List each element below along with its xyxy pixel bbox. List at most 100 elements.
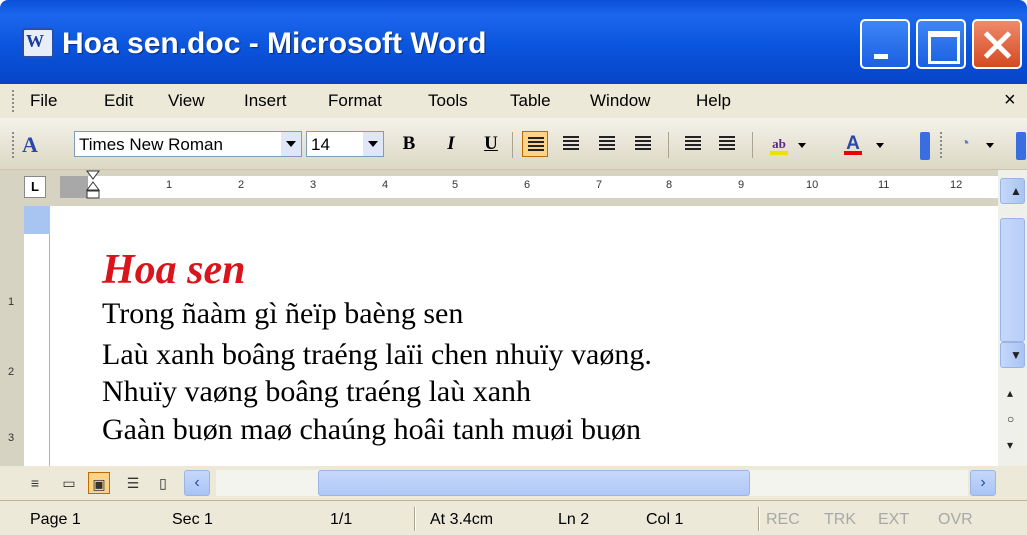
font-color-button[interactable]: A — [840, 131, 866, 157]
chevron-down-icon[interactable] — [281, 132, 301, 156]
align-center-button[interactable] — [558, 131, 584, 157]
menu-insert[interactable]: Insert — [244, 91, 287, 111]
outline-view-icon[interactable]: ☰ — [122, 472, 144, 494]
ruler-tick-label: 9 — [738, 179, 745, 191]
status-page-count: 1/1 — [330, 511, 353, 528]
menu-window[interactable]: Window — [590, 91, 650, 111]
numbering-button[interactable] — [680, 131, 706, 157]
document-line[interactable]: Laù xanh boâng traéng laïi chen nhuïy va… — [102, 338, 652, 372]
menu-tools[interactable]: Tools — [428, 91, 468, 111]
close-button[interactable] — [972, 19, 1022, 69]
vertical-scrollbar[interactable]: ▲ ▼ ▴ ○ ▾ — [998, 170, 1027, 466]
document-line[interactable]: Nhuïy vaøng boâng traéng laù xanh — [102, 375, 531, 409]
align-right-icon — [599, 136, 615, 152]
menu-help[interactable]: Help — [696, 91, 731, 111]
justify-icon — [635, 136, 651, 152]
scroll-right-button[interactable]: › — [970, 470, 996, 496]
chevron-down-icon[interactable] — [876, 143, 884, 148]
chevron-down-icon[interactable] — [363, 132, 383, 156]
menu-grip[interactable] — [12, 90, 16, 112]
ruler-tick-label: 12 — [950, 179, 963, 191]
close-document-icon[interactable]: × — [1004, 89, 1016, 112]
normal-view-icon[interactable]: ≡ — [24, 472, 46, 494]
status-rec[interactable]: REC — [766, 511, 800, 529]
menu-table[interactable]: Table — [510, 91, 551, 111]
minimize-button[interactable] — [860, 19, 910, 69]
status-line: Ln 2 — [558, 511, 590, 528]
italic-button[interactable]: I — [438, 131, 464, 157]
ruler-tick-label: 5 — [452, 179, 459, 191]
toolbar-grip[interactable] — [12, 132, 16, 158]
left-margin-strip — [0, 206, 24, 466]
menu-edit[interactable]: Edit — [104, 91, 133, 111]
status-position: At 3.4cm — [430, 511, 494, 528]
horizontal-scroll-thumb[interactable] — [318, 470, 750, 496]
ruler-tick-label: 8 — [666, 179, 673, 191]
justify-button[interactable] — [630, 131, 656, 157]
title-bar: Hoa sen.doc - Microsoft Word — [0, 0, 1027, 84]
status-page: Page 1 — [30, 511, 81, 528]
highlight-color-swatch — [770, 151, 788, 155]
document-line[interactable]: Trong ñaàm gì ñeïp baèng sen — [102, 297, 463, 331]
indent-marker-icon[interactable] — [86, 170, 100, 200]
previous-page-icon[interactable]: ▴ — [1007, 386, 1013, 400]
underline-button[interactable]: U — [478, 131, 504, 157]
vertical-scroll-thumb[interactable] — [1000, 218, 1025, 342]
highlight-button[interactable]: ab — [766, 131, 792, 157]
scroll-left-button[interactable]: ‹ — [184, 470, 210, 496]
vertical-ruler[interactable] — [24, 206, 50, 466]
menu-bar: File Edit View Insert Format Tools Table… — [0, 84, 1027, 118]
align-left-button[interactable] — [522, 131, 548, 157]
tab-selector[interactable]: L — [24, 176, 46, 198]
toolbar-separator — [512, 132, 513, 158]
align-right-button[interactable] — [594, 131, 620, 157]
font-name-select[interactable]: Times New Roman — [74, 131, 302, 157]
toolbar-options-chevron[interactable] — [1016, 132, 1026, 160]
scroll-down-button[interactable]: ▼ — [1000, 342, 1025, 368]
font-size-select[interactable]: 14 — [306, 131, 384, 157]
menu-file[interactable]: File — [30, 91, 57, 111]
scroll-up-button[interactable]: ▲ — [1000, 178, 1025, 204]
browse-object-icon[interactable]: ○ — [1007, 412, 1014, 426]
toolbar-grip[interactable] — [940, 132, 944, 158]
styles-icon[interactable]: A — [22, 132, 38, 158]
window-title: Hoa sen.doc - Microsoft Word — [62, 27, 487, 60]
toolbar-options-chevron[interactable] — [920, 132, 930, 160]
reading-layout-icon[interactable]: ▯ — [152, 472, 174, 494]
bullets-button[interactable] — [714, 131, 740, 157]
maximize-button[interactable] — [916, 19, 966, 69]
ruler-left-margin — [60, 176, 88, 198]
status-trk[interactable]: TRK — [824, 511, 856, 529]
ruler-tick-label: 11 — [878, 179, 890, 191]
status-separator — [758, 507, 760, 531]
next-page-icon[interactable]: ▾ — [1007, 438, 1013, 452]
ruler-tick-label: 3 — [310, 179, 317, 191]
web-layout-icon[interactable]: ▭ — [58, 472, 80, 494]
ruler-tick-label: 7 — [596, 179, 603, 191]
document-heading[interactable]: Hoa sen — [102, 246, 246, 294]
fill-color-icon[interactable]: ◔ — [952, 131, 978, 157]
bold-button[interactable]: B — [396, 131, 422, 157]
status-ovr[interactable]: OVR — [938, 511, 973, 529]
status-ext[interactable]: EXT — [878, 511, 909, 529]
ruler-tick-label: 4 — [382, 179, 389, 191]
print-layout-icon[interactable]: ▣ — [88, 472, 110, 494]
formatting-toolbar: A Times New Roman 14 B I U ab A ◔ — [0, 118, 1027, 170]
ruler-tick-label: 2 — [238, 179, 245, 191]
document-line[interactable]: Gaàn buøn maø chaúng hoâi tanh muøi buøn — [102, 413, 641, 447]
ruler-tick-label: 1 — [166, 179, 173, 191]
chevron-down-icon[interactable] — [986, 143, 994, 148]
vertical-ruler-tick: 2 — [8, 366, 15, 378]
vertical-ruler-tick: 3 — [8, 432, 15, 444]
chevron-down-icon[interactable] — [798, 143, 806, 148]
menu-view[interactable]: View — [168, 91, 205, 111]
status-separator — [414, 507, 416, 531]
menu-format[interactable]: Format — [328, 91, 382, 111]
font-name-value: Times New Roman — [79, 135, 223, 154]
highlight-label: ab — [772, 136, 786, 151]
word-document-icon[interactable] — [22, 28, 54, 58]
font-size-value: 14 — [311, 135, 330, 154]
horizontal-scroll-area: ≡ ▭ ▣ ☰ ▯ ‹ › — [0, 466, 1027, 500]
status-bar: Page 1 Sec 1 1/1 At 3.4cm Ln 2 Col 1 REC… — [0, 500, 1027, 535]
status-column: Col 1 — [646, 511, 684, 528]
